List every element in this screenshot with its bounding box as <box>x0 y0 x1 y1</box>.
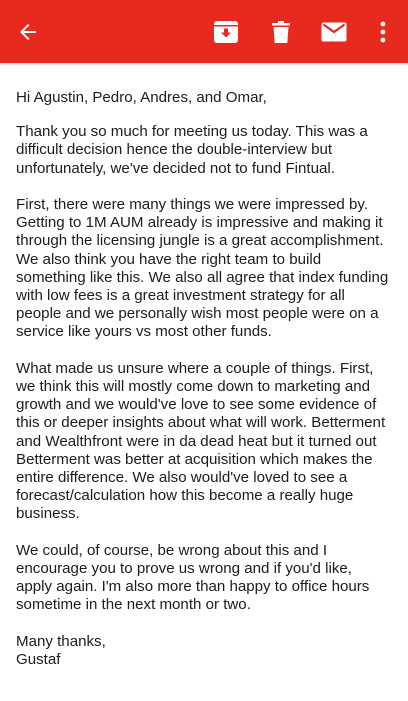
email-signature: Gustaf <box>16 651 61 669</box>
email-paragraph: What made us unsure where a couple of th… <box>16 359 386 523</box>
email-greeting: Hi Agustin, Pedro, Andres, and Omar, <box>16 89 267 106</box>
email-body: Hi Agustin, Pedro, Andres, and Omar, Tha… <box>0 63 408 669</box>
mail-icon <box>321 22 347 41</box>
email-paragraph: Thank you so much for meeting us today. … <box>16 123 368 177</box>
back-button[interactable] <box>8 0 48 63</box>
delete-button[interactable] <box>261 0 301 63</box>
email-paragraph: We could, of course, be wrong about this… <box>16 541 370 614</box>
archive-icon <box>214 20 238 43</box>
arrow-back-icon <box>20 23 36 40</box>
more-vert-icon <box>380 21 386 42</box>
more-options-button[interactable] <box>366 0 400 63</box>
trash-icon <box>272 20 290 43</box>
app-toolbar <box>0 0 408 63</box>
email-paragraph: First, there were many things we were im… <box>16 196 389 341</box>
email-closing: Many thanks, <box>16 632 106 650</box>
mark-unread-button[interactable] <box>314 0 354 63</box>
archive-button[interactable] <box>206 0 246 63</box>
